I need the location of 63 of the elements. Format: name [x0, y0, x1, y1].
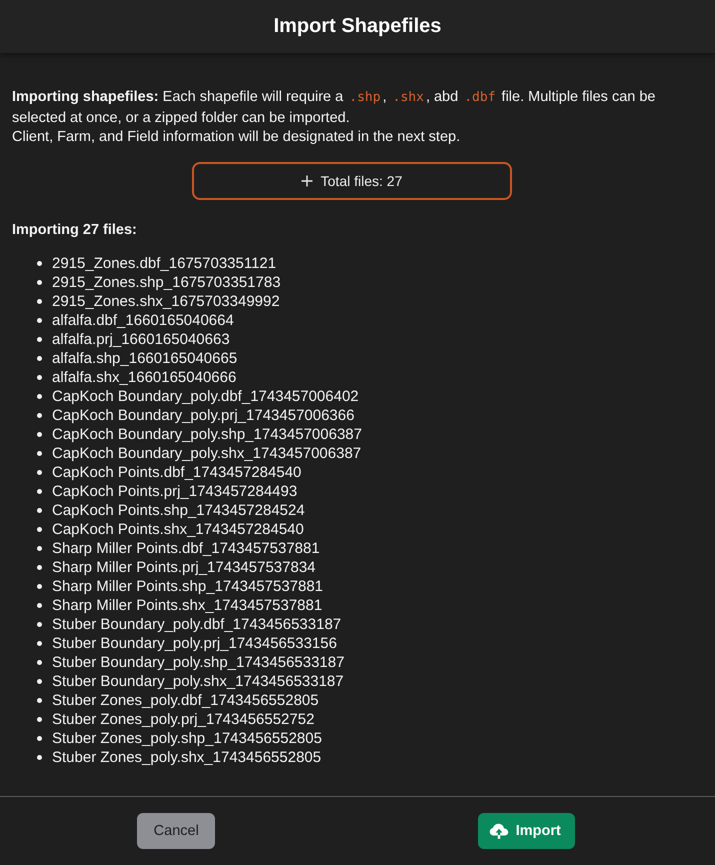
file-name: CapKoch Points.shx_1743457284540 — [52, 520, 304, 539]
bullet-icon — [37, 565, 42, 570]
file-name: CapKoch Boundary_poly.prj_1743457006366 — [52, 406, 354, 425]
dialog-title: Import Shapefiles — [274, 15, 442, 38]
bullet-icon — [37, 470, 42, 475]
file-name: Sharp Miller Points.dbf_1743457537881 — [52, 539, 320, 558]
bullet-icon — [37, 413, 42, 418]
bullet-icon — [37, 508, 42, 513]
total-files-button[interactable]: Total files: 27 — [192, 162, 512, 200]
file-name: Stuber Zones_poly.dbf_1743456552805 — [52, 691, 319, 710]
bullet-icon — [37, 280, 42, 285]
bullet-icon — [37, 299, 42, 304]
bullet-icon — [37, 375, 42, 380]
file-name: Stuber Boundary_poly.prj_1743456533156 — [52, 634, 337, 653]
bullet-icon — [37, 318, 42, 323]
bullet-icon — [37, 394, 42, 399]
file-name: Stuber Boundary_poly.shx_1743456533187 — [52, 672, 344, 691]
bullet-icon — [37, 603, 42, 608]
file-name: Sharp Miller Points.shp_1743457537881 — [52, 577, 324, 596]
bullet-icon — [37, 489, 42, 494]
file-name: CapKoch Points.shp_1743457284524 — [52, 501, 305, 520]
file-name: Sharp Miller Points.prj_1743457537834 — [52, 558, 316, 577]
cloud-upload-icon — [488, 823, 509, 839]
bullet-icon — [37, 660, 42, 665]
file-name: CapKoch Boundary_poly.shx_1743457006387 — [52, 444, 362, 463]
bullet-icon — [37, 755, 42, 760]
bullet-icon — [37, 698, 42, 703]
file-name: 2915_Zones.shp_1675703351783 — [52, 273, 281, 292]
bullet-icon — [37, 622, 42, 627]
file-name: alfalfa.shp_1660165040665 — [52, 349, 238, 368]
cancel-button[interactable]: Cancel — [137, 813, 216, 849]
bullet-icon — [37, 641, 42, 646]
file-name: alfalfa.dbf_1660165040664 — [52, 311, 234, 330]
bullet-icon — [37, 356, 42, 361]
file-name: CapKoch Points.dbf_1743457284540 — [52, 463, 302, 482]
file-name: Stuber Boundary_poly.dbf_1743456533187 — [52, 615, 342, 634]
file-name: Stuber Boundary_poly.shp_1743456533187 — [52, 653, 344, 672]
import-button[interactable]: Import — [478, 813, 575, 849]
file-name: Sharp Miller Points.shx_1743457537881 — [52, 596, 322, 615]
file-name: CapKoch Boundary_poly.shp_1743457006387 — [52, 425, 362, 444]
bullet-icon — [37, 527, 42, 532]
files-heading: Importing 27 files: — [12, 221, 138, 239]
bullet-icon — [37, 546, 42, 551]
plus-icon — [300, 175, 313, 187]
bullet-icon — [37, 736, 42, 741]
file-name: Stuber Zones_poly.shx_1743456552805 — [52, 748, 322, 767]
bullet-icon — [37, 261, 42, 266]
file-name: 2915_Zones.shx_1675703349992 — [52, 292, 280, 311]
bullet-icon — [37, 337, 42, 342]
file-name: 2915_Zones.dbf_1675703351121 — [52, 254, 276, 273]
next-step-note: Client, Farm, and Field information will be designated in the next step. — [12, 128, 462, 147]
file-name: Stuber Zones_poly.shp_1743456552805 — [52, 729, 322, 748]
file-name: Stuber Zones_poly.prj_1743456552752 — [52, 710, 314, 729]
bullet-icon — [37, 717, 42, 722]
bullet-icon — [37, 451, 42, 456]
bullet-icon — [37, 584, 42, 589]
instructions-text: Importing shapefiles: Each shapefile will require a .shp, .shx, abd .dbf file. Multiple files can be selected at once, or a zipped folder can be imported. — [12, 88, 656, 128]
bullet-icon — [37, 679, 42, 684]
file-name: alfalfa.shx_1660165040666 — [52, 368, 236, 387]
bullet-icon — [37, 432, 42, 437]
file-name: alfalfa.prj_1660165040663 — [52, 330, 230, 349]
file-name: CapKoch Points.prj_1743457284493 — [52, 482, 298, 501]
file-name: CapKoch Boundary_poly.dbf_1743457006402 — [52, 387, 359, 406]
